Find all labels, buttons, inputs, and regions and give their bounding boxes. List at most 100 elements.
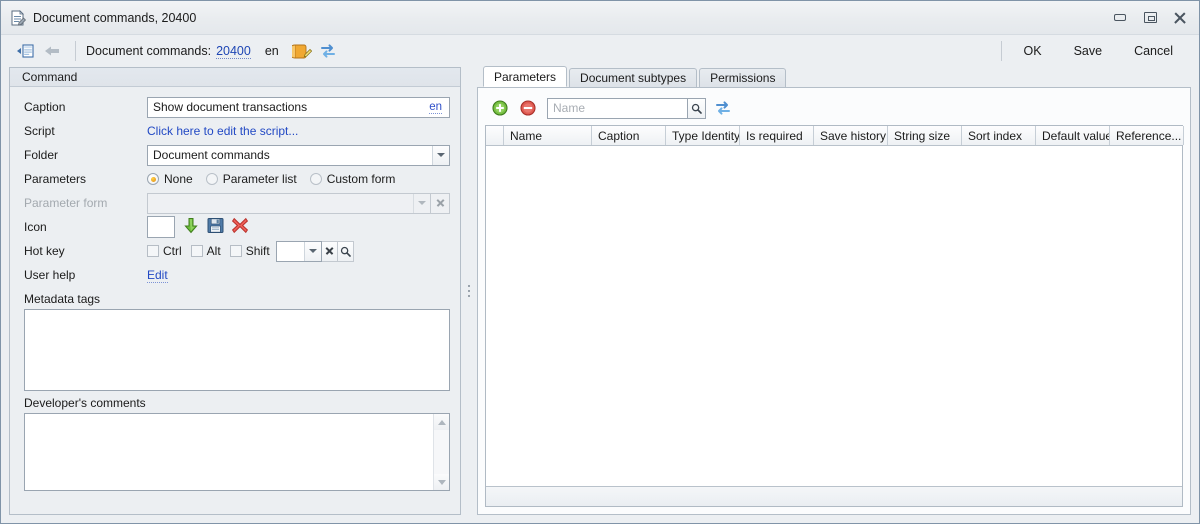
close-icon (1173, 11, 1187, 24)
grid-body[interactable] (486, 146, 1182, 486)
grid-header-row: Name Caption Type Identity Is required S… (486, 126, 1184, 146)
script-row: Script Click here to edit the script... (24, 119, 450, 143)
application-window: Document commands, 20400 Document comman… (0, 0, 1200, 524)
close-button[interactable] (1165, 6, 1195, 30)
minimize-button[interactable] (1105, 6, 1135, 30)
parameters-label: Parameters (24, 172, 87, 186)
maximize-button[interactable] (1135, 6, 1165, 30)
developer-comments-value (25, 414, 433, 490)
chevron-down-icon-hotkey[interactable] (303, 241, 321, 261)
grid-header-save-history[interactable]: Save history (814, 126, 888, 145)
hotkey-combobox[interactable] (275, 240, 322, 262)
toolbar-language: en (264, 44, 279, 58)
grid-header-corner (486, 126, 504, 145)
maximize-icon (1143, 12, 1157, 23)
grid-header-reference[interactable]: Reference... (1110, 126, 1184, 145)
search-button[interactable] (687, 97, 706, 119)
grid-header-type-identity[interactable]: Type Identity (666, 126, 740, 145)
radio-parameter-list[interactable]: Parameter list (205, 172, 297, 186)
user-help-edit-link[interactable]: Edit (147, 268, 168, 283)
icon-label: Icon (24, 220, 47, 234)
back-button[interactable] (39, 39, 65, 63)
splitter-grip (468, 285, 470, 297)
toolbar-label: Document commands: (86, 44, 212, 58)
toolbar-actions: OK Save Cancel (1000, 40, 1189, 62)
grid-header-is-required[interactable]: Is required (740, 126, 814, 145)
grid-header-sort-index[interactable]: Sort index (962, 126, 1036, 145)
grid-header-caption[interactable]: Caption (592, 126, 666, 145)
save-button[interactable]: Save (1058, 40, 1119, 62)
parameters-grid: Name Caption Type Identity Is required S… (485, 125, 1184, 507)
radio-none-indicator (147, 173, 159, 185)
grid-footer (486, 486, 1182, 506)
tab-document-subtypes[interactable]: Document subtypes (569, 68, 698, 87)
ok-button[interactable]: OK (1008, 40, 1058, 62)
metadata-tags-label: Metadata tags (24, 292, 101, 306)
search-icon (340, 246, 351, 257)
load-icon (184, 217, 198, 233)
folder-label: Folder (24, 148, 59, 162)
scroll-down-button[interactable] (434, 474, 449, 490)
window-title: Document commands, 20400 (33, 10, 197, 25)
document-id-link[interactable]: 20400 (216, 44, 251, 59)
save-icon-button[interactable] (207, 217, 224, 237)
metadata-tags-textarea[interactable] (24, 309, 450, 391)
parameters-radio-group: None Parameter list Custom form (147, 172, 395, 186)
grid-refresh-button[interactable] (712, 97, 734, 119)
refresh-button[interactable] (315, 39, 341, 63)
chevron-down-icon[interactable] (432, 145, 449, 165)
scroll-up-button[interactable] (434, 414, 449, 430)
checkbox-shift-box (229, 245, 242, 257)
tab-permissions[interactable]: Permissions (699, 68, 787, 87)
radio-none[interactable]: None (147, 172, 193, 186)
chevron-down-icon-disabled (413, 193, 430, 213)
grid-header-default-value[interactable]: Default value (1036, 126, 1110, 145)
icon-row: Icon (24, 215, 450, 239)
checkbox-alt-box (190, 245, 203, 257)
chevron-down-icon (437, 479, 446, 485)
load-icon-button[interactable] (182, 217, 200, 238)
radio-custom-form-indicator (309, 173, 322, 185)
radio-parameter-list-indicator (205, 173, 218, 185)
search-input[interactable]: Name (547, 97, 687, 119)
grid-header-name[interactable]: Name (504, 126, 592, 145)
icon-preview[interactable] (147, 216, 175, 238)
tab-parameters[interactable]: Parameters (483, 66, 568, 87)
checkbox-alt-label: Alt (206, 244, 221, 258)
panel-splitter[interactable] (461, 67, 477, 515)
developer-comments-textarea[interactable] (24, 413, 450, 491)
radio-custom-form[interactable]: Custom form (309, 172, 395, 186)
grid-toolbar: Name (485, 95, 1183, 121)
open-in-new-window-icon (17, 44, 34, 58)
user-help-label: User help (24, 268, 76, 282)
caption-language-link[interactable]: en (429, 101, 442, 114)
remove-icon (520, 100, 536, 116)
folder-value: Document commands (153, 148, 270, 162)
checkbox-ctrl-label: Ctrl (163, 244, 182, 258)
title-bar: Document commands, 20400 (1, 1, 1199, 35)
back-arrow-icon (45, 46, 59, 56)
folder-combobox[interactable]: Document commands (147, 144, 450, 166)
checkbox-alt[interactable]: Alt (190, 244, 221, 258)
add-parameter-button[interactable] (489, 97, 511, 119)
developer-comments-scrollbar[interactable] (433, 414, 449, 490)
open-in-new-window-button[interactable] (13, 39, 39, 63)
hotkey-clear-button[interactable] (321, 240, 338, 262)
hotkey-pick-button[interactable] (337, 240, 354, 262)
caption-input[interactable]: Show document transactions en (147, 96, 450, 118)
radio-parameter-list-label: Parameter list (222, 172, 297, 186)
checkbox-ctrl[interactable]: Ctrl (147, 244, 182, 258)
parameters-row: Parameters None Parameter list Custom fo… (24, 167, 450, 191)
window-controls (1105, 6, 1195, 30)
edit-script-link[interactable]: Click here to edit the script... (147, 124, 298, 138)
tab-bar: Parameters Document subtypes Permissions (477, 66, 1191, 87)
checkbox-shift[interactable]: Shift (229, 244, 270, 258)
edit-note-button[interactable] (289, 39, 315, 63)
save-icon (207, 218, 224, 233)
checkbox-shift-label: Shift (245, 244, 270, 258)
cancel-button[interactable]: Cancel (1118, 40, 1189, 62)
delete-icon-button[interactable] (231, 217, 249, 237)
remove-parameter-button[interactable] (517, 97, 539, 119)
parameter-form-label: Parameter form (24, 196, 108, 210)
grid-header-string-size[interactable]: String size (888, 126, 962, 145)
